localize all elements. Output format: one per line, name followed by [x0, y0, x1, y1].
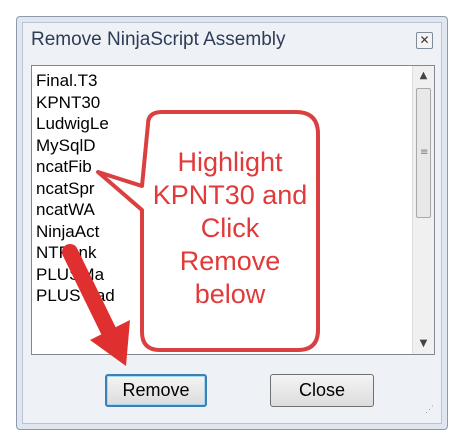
callout-line: Highlight: [177, 147, 283, 177]
callout-line: below: [194, 279, 266, 309]
callout-text: Highlight KPNT30 and Click Remove below: [150, 146, 310, 311]
callout-line: Remove: [179, 246, 281, 276]
callout-line: KPNT30 and: [152, 180, 308, 210]
callout-line: Click: [200, 213, 260, 243]
red-arrow-shaft: [62, 244, 120, 346]
